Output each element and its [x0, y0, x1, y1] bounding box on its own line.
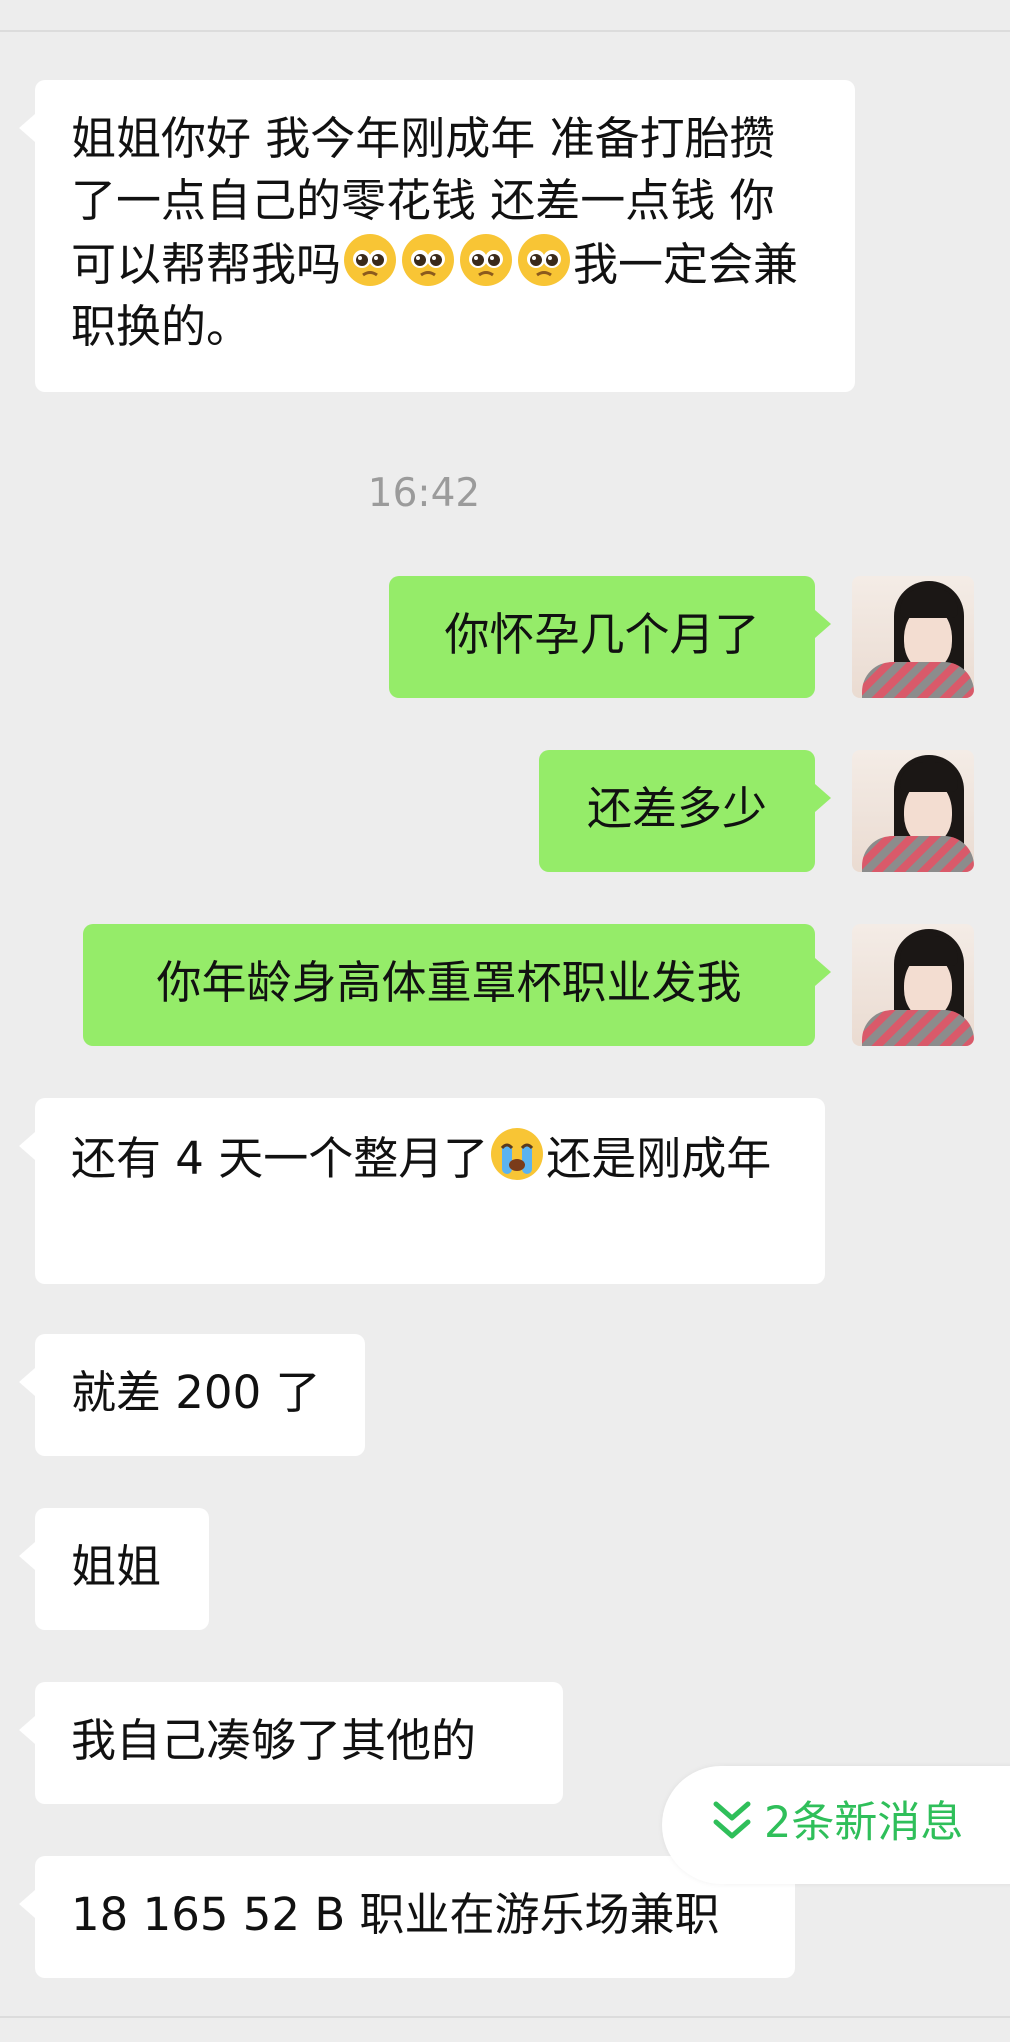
loudly-crying-face-icon — [488, 1128, 546, 1185]
bottom-divider — [0, 2016, 1010, 2018]
message-text: 就差 200 了 — [71, 1366, 321, 1419]
message-text: 我自己凑够了其他的 — [71, 1714, 477, 1767]
message-text: 18 165 52 B 职业在游乐场兼职 — [71, 1888, 720, 1941]
message-text: 还是刚成年 — [546, 1132, 772, 1185]
new-messages-button[interactable]: 2条新消息 — [662, 1766, 1010, 1884]
double-chevron-down-icon — [713, 1801, 751, 1839]
incoming-message-6[interactable]: 18 165 52 B 职业在游乐场兼职 — [19, 1856, 795, 1978]
pleading-face-icon — [341, 234, 399, 291]
incoming-message-3[interactable]: 就差 200 了 — [19, 1334, 365, 1456]
message-text: 姐姐 — [71, 1540, 162, 1593]
top-divider — [0, 0, 1010, 32]
pleading-face-icon — [515, 234, 573, 291]
incoming-message-5[interactable]: 我自己凑够了其他的 — [19, 1682, 563, 1804]
outgoing-message-3[interactable]: 你年龄身高体重罩杯职业发我 — [83, 924, 831, 1046]
avatar[interactable] — [852, 750, 974, 872]
message-text: 你怀孕几个月了 — [444, 608, 760, 661]
new-messages-label: 2条新消息 — [764, 1798, 964, 1848]
avatar[interactable] — [852, 576, 974, 698]
incoming-message-4[interactable]: 姐姐 — [19, 1508, 209, 1630]
incoming-message-1[interactable]: 姐姐你好 我今年刚成年 准备打胎攒了一点自己的零花钱 还差一点钱 你可以帮帮我吗… — [19, 80, 855, 392]
outgoing-message-2[interactable]: 还差多少 — [539, 750, 831, 872]
pleading-face-icon — [399, 234, 457, 291]
message-text: 你年龄身高体重罩杯职业发我 — [156, 956, 742, 1009]
incoming-message-2[interactable]: 还有 4 天一个整月了 还是刚成年 — [19, 1098, 825, 1284]
message-text: 还有 4 天一个整月了 — [71, 1132, 489, 1185]
avatar[interactable] — [852, 924, 974, 1046]
pleading-face-icon — [457, 234, 515, 291]
message-timestamp: 16:42 — [367, 471, 481, 516]
message-text: 还差多少 — [586, 782, 767, 835]
outgoing-message-1[interactable]: 你怀孕几个月了 — [389, 576, 831, 698]
